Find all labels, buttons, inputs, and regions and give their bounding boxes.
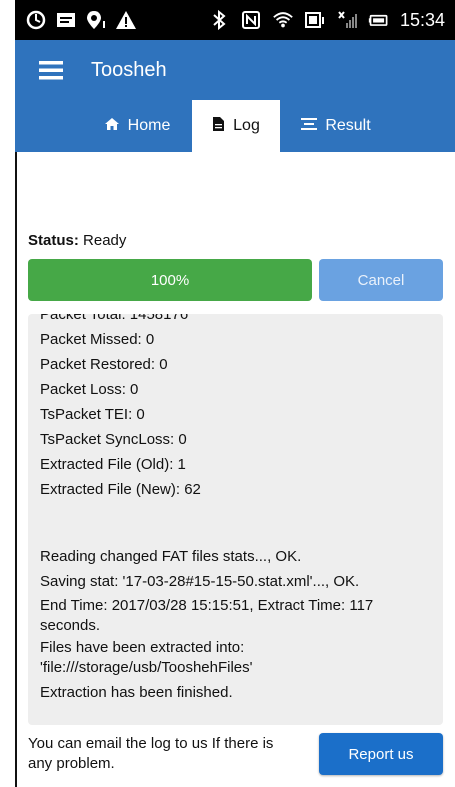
document-icon — [212, 116, 225, 137]
tab-bar: Home Log Result — [15, 100, 455, 152]
status-value: Ready — [83, 232, 127, 249]
footer-text: You can email the log to us If there is … — [28, 735, 274, 772]
app-bar: Toosheh — [15, 40, 455, 100]
report-button[interactable]: Report us — [319, 733, 443, 775]
battery-icon — [368, 9, 390, 31]
wifi-icon — [272, 9, 294, 31]
log-line: TsPacket SyncLoss: 0 — [40, 431, 187, 448]
tab-log[interactable]: Log — [192, 100, 280, 152]
battery-saver-icon — [304, 9, 326, 31]
sync-icon — [25, 9, 47, 31]
log-line: Extracted File (New): 62 — [40, 481, 201, 498]
progress-label: 100% — [150, 271, 190, 289]
log-line: Reading changed FAT files stats..., OK. — [40, 548, 302, 565]
tab-home-label: Home — [127, 117, 171, 134]
app-screen: 15:34 Toosheh Home Log Result Status: Re… — [15, 0, 455, 787]
log-content: Packet Total: 1458176 Packet Missed: 0 P… — [40, 314, 435, 705]
log-line: Files have been extracted into: 'file://… — [40, 639, 253, 676]
log-line: TsPacket TEI: 0 — [40, 406, 145, 423]
signal-icon — [336, 9, 358, 31]
log-line: Packet Missed: 0 — [40, 331, 155, 348]
location-icon — [85, 9, 107, 31]
tab-result[interactable]: Result — [280, 100, 392, 152]
message-icon — [55, 9, 77, 31]
log-panel[interactable]: Packet Total: 1458176 Packet Missed: 0 P… — [28, 314, 443, 725]
tab-log-label: Log — [233, 117, 260, 134]
cancel-label: Cancel — [357, 271, 405, 289]
status-bar: 15:34 — [15, 0, 455, 40]
tab-result-label: Result — [325, 117, 371, 134]
log-line: Packet Restored: 0 — [40, 356, 168, 373]
cancel-button[interactable]: Cancel — [319, 259, 443, 301]
menu-icon[interactable] — [33, 52, 69, 88]
nfc-icon — [240, 9, 262, 31]
log-line: Packet Loss: 0 — [40, 381, 139, 398]
home-icon — [104, 117, 120, 136]
progress-button[interactable]: 100% — [28, 259, 312, 301]
status-label: Status: — [28, 232, 79, 249]
log-line: Extraction has been finished. — [40, 684, 233, 701]
report-label: Report us — [348, 745, 414, 763]
bluetooth-icon — [208, 9, 230, 31]
log-line: Saving stat: '17-03-28#15-15-50.stat.xml… — [40, 573, 360, 590]
log-line: End Time: 2017/03/28 15:15:51, Extract T… — [40, 597, 374, 634]
clock: 15:34 — [399, 9, 445, 30]
status-line: Status: Ready — [28, 232, 126, 249]
app-title: Toosheh — [91, 58, 167, 81]
tab-home[interactable]: Home — [87, 100, 187, 152]
warning-icon — [115, 9, 137, 31]
log-line: Extracted File (Old): 1 — [40, 456, 186, 473]
align-icon — [301, 117, 318, 136]
log-line: Packet Total: 1458176 — [40, 314, 189, 323]
log-spacer — [40, 502, 435, 544]
